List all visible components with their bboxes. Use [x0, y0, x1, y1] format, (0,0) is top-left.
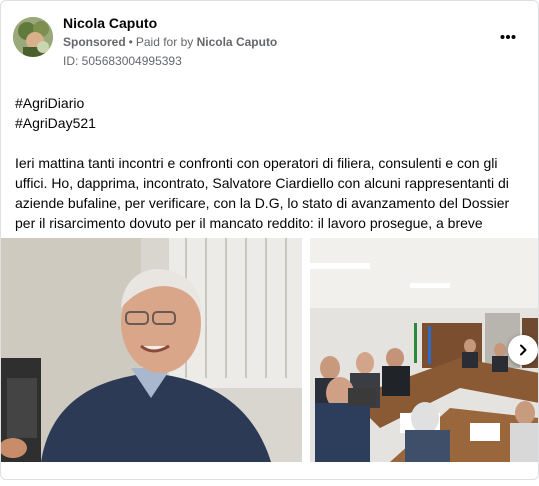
- ad-id: ID: 505683004995393: [63, 54, 182, 68]
- carousel-image-1[interactable]: [1, 238, 302, 462]
- meta-separator: •: [128, 35, 133, 49]
- three-dots-icon[interactable]: [500, 29, 516, 40]
- hashtag-link[interactable]: #AgriDiario: [15, 93, 525, 113]
- carousel-image-2[interactable]: [310, 238, 538, 462]
- post-meta: Sponsored • Paid for by Nicola Caputo: [63, 35, 277, 49]
- paid-for-prefix: Paid for by: [135, 35, 194, 49]
- payer-name[interactable]: Nicola Caputo: [197, 35, 278, 49]
- chevron-right-icon[interactable]: [508, 335, 538, 365]
- avatar[interactable]: [13, 17, 53, 57]
- ad-post-card: Nicola Caputo Sponsored • Paid for by Nico…: [0, 0, 539, 480]
- hashtag-link[interactable]: #AgriDay521: [15, 113, 525, 133]
- post-text: #AgriDiario #AgriDay521 Ieri mattina tan…: [15, 93, 525, 253]
- author-name[interactable]: Nicola Caputo: [63, 15, 157, 31]
- sponsored-label[interactable]: Sponsored: [63, 35, 126, 49]
